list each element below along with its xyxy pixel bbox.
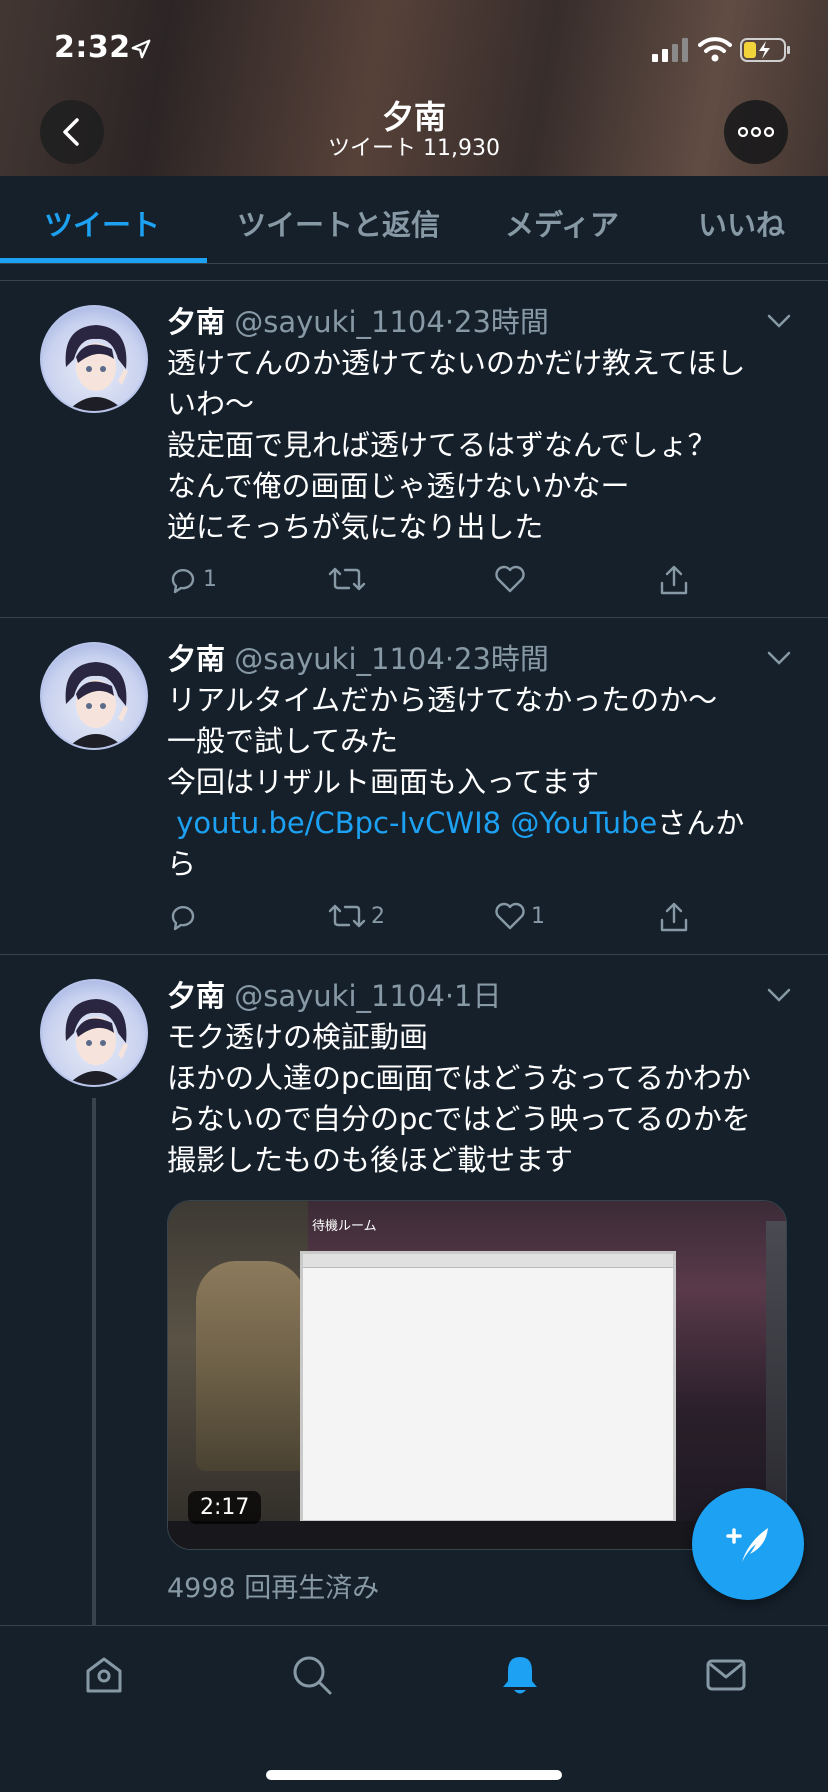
video-duration: 2:17: [188, 1491, 262, 1524]
tweet-time[interactable]: 23時間: [454, 305, 549, 339]
tab-tweets-and-replies[interactable]: ツイートと返信: [237, 202, 440, 244]
profile-header: 2:32 夕南 ツイート 11,930: [0, 0, 828, 176]
view-count: 4998 回再生済み: [167, 1573, 380, 1604]
tweet-actions: 2 1: [167, 900, 727, 940]
tweet[interactable]: 夕南 @sayuki_1104·23時間 透けてんのか透けてないのかだけ教えてほ…: [0, 281, 828, 618]
tweet-text-suffix: さんか: [657, 806, 745, 840]
tweet-text: リアルタイムだから透けてなかったのか〜 一般で試してみた 今回はリザルト画面も入…: [167, 680, 787, 885]
share-button[interactable]: [657, 563, 691, 597]
compose-tweet-button[interactable]: [692, 1488, 804, 1600]
home-indicator[interactable]: [266, 1770, 562, 1780]
room-label: 待機ルーム: [312, 1219, 377, 1234]
display-name[interactable]: 夕南: [167, 642, 225, 676]
tweet-time[interactable]: 23時間: [454, 642, 549, 676]
status-time: 2:32: [54, 30, 131, 65]
tweet-text: 透けてんのか透けてないのかだけ教えてほし いわ〜 設定面で見れば透けてるはずなん…: [167, 343, 787, 548]
tweet-time[interactable]: 1日: [454, 979, 501, 1013]
tweet-header: 夕南 @sayuki_1104·1日: [167, 973, 501, 1015]
like-button[interactable]: [493, 563, 531, 595]
tweet-text: モク透けの検証動画 ほかの人達のpc画面ではどうなってるかわか らないので自分の…: [167, 1017, 787, 1181]
chevron-down-icon[interactable]: [766, 313, 792, 329]
tab-likes[interactable]: いいね: [698, 202, 785, 244]
compose-icon: [726, 1528, 768, 1562]
more-button[interactable]: [724, 100, 788, 164]
retweet-button[interactable]: 2: [327, 900, 385, 932]
tweet-text-line: youtu.be/CBpc-IvCWI8 @YouTubeさんか: [167, 803, 787, 844]
reply-button[interactable]: [167, 900, 203, 932]
video-thumbnail[interactable]: 待機ルーム 2:17: [167, 1200, 787, 1550]
separator-dot: ·: [444, 979, 455, 1013]
tweet-text-line: らないので自分のpcではどう映ってるのかを: [167, 1102, 751, 1136]
tweet-text-line: 逆にそっちが気になり出した: [167, 510, 544, 544]
cellular-signal-icon: [652, 38, 688, 62]
active-tab-indicator: [0, 258, 207, 263]
tweet-text-line: リアルタイムだから透けてなかったのか〜: [167, 683, 718, 717]
home-icon[interactable]: [82, 1653, 126, 1697]
tab-tweets[interactable]: ツイート: [44, 202, 160, 244]
tweet-text-line: いわ〜: [167, 387, 255, 421]
retweet-count: 2: [371, 903, 385, 929]
window-titlebar: [303, 1254, 673, 1268]
tweet-text-line: 撮影したものも後ほど載せます: [167, 1143, 574, 1177]
reply-icon: [171, 905, 195, 931]
reply-button[interactable]: 1: [167, 563, 217, 595]
tweet-text-line: 透けてんのか透けてないのかだけ教えてほし: [167, 346, 746, 380]
wifi-icon: [698, 37, 732, 62]
tweet-text-line: ら: [167, 847, 197, 881]
reply-icon: [171, 568, 195, 594]
user-handle[interactable]: @sayuki_1104: [234, 979, 445, 1013]
avatar[interactable]: [40, 305, 148, 413]
video-sidebar: [766, 1221, 786, 1521]
thread-line: [92, 1098, 96, 1628]
like-button[interactable]: 1: [493, 900, 545, 932]
tweet-text-line: ほかの人達のpc画面ではどうなってるかわか: [167, 1061, 751, 1095]
separator-dot: ·: [444, 642, 455, 676]
like-icon: [495, 902, 525, 930]
avatar[interactable]: [40, 642, 148, 750]
bottom-navigation: [0, 1625, 828, 1792]
retweet-icon: [328, 567, 366, 591]
tweet-text-line: 一般で試してみた: [167, 724, 399, 758]
search-icon[interactable]: [290, 1653, 334, 1697]
tweet-count: ツイート 11,930: [328, 136, 500, 161]
share-icon: [660, 565, 688, 595]
tweet-text-line: 設定面で見れば透けてるはずなんでしょ？: [167, 428, 717, 462]
tweet[interactable]: 夕南 @sayuki_1104·23時間 リアルタイムだから透けてなかったのか〜…: [0, 618, 828, 955]
share-icon: [660, 902, 688, 932]
game-character: [196, 1261, 306, 1471]
like-icon: [495, 565, 525, 593]
share-button[interactable]: [657, 900, 691, 934]
status-bar: 2:32: [0, 0, 828, 98]
user-handle[interactable]: @sayuki_1104: [234, 305, 445, 339]
retweet-button[interactable]: [327, 563, 371, 595]
profile-tabs: ツイート ツイートと返信 メディア いいね: [0, 176, 828, 264]
mention-link[interactable]: @YouTube: [510, 806, 657, 840]
chevron-down-icon[interactable]: [766, 987, 792, 1003]
reply-count: 1: [203, 566, 217, 592]
inventory-window: [300, 1251, 676, 1523]
separator-dot: ·: [444, 305, 455, 339]
location-arrow-icon: [131, 39, 151, 59]
display-name[interactable]: 夕南: [167, 979, 225, 1013]
tweet-header: 夕南 @sayuki_1104·23時間: [167, 636, 549, 678]
display-name[interactable]: 夕南: [167, 305, 225, 339]
messages-icon[interactable]: [704, 1653, 748, 1697]
more-icon: [738, 127, 774, 137]
youtube-link[interactable]: youtu.be/CBpc-IvCWI8: [176, 806, 501, 840]
tweet-text-line: モク透けの検証動画: [167, 1020, 429, 1054]
like-count: 1: [531, 903, 545, 929]
user-handle[interactable]: @sayuki_1104: [234, 642, 445, 676]
chevron-down-icon[interactable]: [766, 650, 792, 666]
tab-media[interactable]: メディア: [505, 202, 619, 244]
retweet-icon: [328, 904, 366, 928]
notifications-icon[interactable]: [498, 1653, 542, 1697]
battery-icon: [740, 38, 790, 62]
avatar[interactable]: [40, 979, 148, 1087]
tweet-actions: 1: [167, 563, 727, 603]
tweet-text-line: 今回はリザルト画面も入ってます: [167, 765, 600, 799]
tweet-header: 夕南 @sayuki_1104·23時間: [167, 299, 549, 341]
tweet-text-line: なんで俺の画面じゃ透けないかなー: [167, 469, 630, 503]
